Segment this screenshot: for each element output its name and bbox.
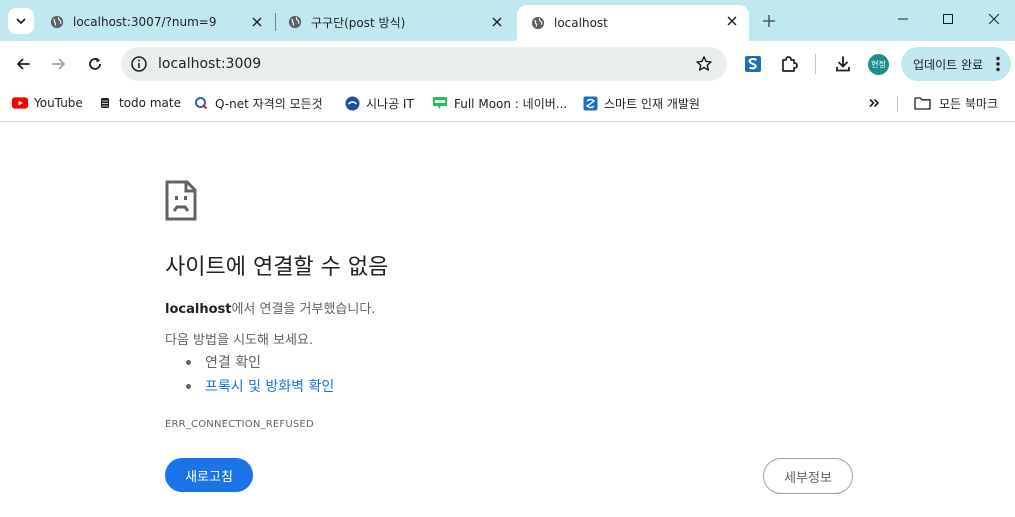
close-window-button[interactable] bbox=[981, 6, 1007, 32]
bookmark-star-icon[interactable] bbox=[695, 55, 713, 73]
bookmarks-divider bbox=[897, 96, 898, 112]
forward-button[interactable] bbox=[47, 52, 71, 76]
globe-icon bbox=[288, 15, 302, 29]
suggestion-label[interactable]: 프록시 및 방화벽 확인 bbox=[205, 376, 334, 396]
tab-title: localhost:3007/?num=9 bbox=[73, 15, 217, 29]
bookmark-sinagong[interactable]: 시나공 IT bbox=[344, 93, 414, 113]
extension-s-button[interactable] bbox=[742, 53, 764, 75]
folder-icon bbox=[913, 95, 931, 111]
close-icon bbox=[727, 16, 737, 26]
plus-icon bbox=[763, 15, 775, 27]
bookmark-label: Q-net 자격의 모든것 bbox=[215, 96, 323, 111]
error-code: ERR_CONNECTION_REFUSED bbox=[165, 419, 314, 430]
todomate-icon bbox=[97, 95, 113, 111]
error-description: localhost에서 연결을 거부했습니다. bbox=[165, 298, 375, 317]
smart-icon bbox=[582, 95, 598, 111]
url-text[interactable]: localhost:3009 bbox=[158, 56, 261, 72]
naver-blog-icon bbox=[432, 95, 448, 111]
close-tab-button[interactable] bbox=[490, 15, 504, 29]
sad-document-icon bbox=[165, 180, 197, 221]
tab-localhost-active[interactable]: localhost bbox=[517, 5, 749, 41]
bookmark-label: YouTube bbox=[34, 96, 83, 110]
qnet-icon bbox=[193, 95, 209, 111]
bookmarks-bar: YouTube todo mate Q-net 자격의 모든것 시나공 IT F… bbox=[0, 87, 1015, 122]
s-extension-icon bbox=[745, 56, 761, 72]
globe-icon bbox=[531, 16, 545, 30]
minimize-button[interactable] bbox=[890, 6, 916, 32]
bookmark-youtube[interactable]: YouTube bbox=[12, 93, 83, 113]
tab-search-button[interactable] bbox=[8, 8, 34, 34]
reload-button[interactable]: 새로고침 bbox=[165, 458, 253, 492]
suggestion-label: 연결 확인 bbox=[205, 355, 261, 371]
back-button[interactable] bbox=[11, 52, 35, 76]
close-tab-button[interactable] bbox=[725, 14, 739, 28]
update-label: 업데이트 완료 bbox=[913, 57, 984, 72]
details-button[interactable]: 세부정보 bbox=[763, 458, 853, 494]
close-tab-button[interactable] bbox=[250, 15, 264, 29]
close-icon bbox=[988, 13, 1000, 25]
close-icon bbox=[492, 17, 502, 27]
bookmark-label: 스마트 인재 개발원 bbox=[604, 96, 700, 111]
error-page: 사이트에 연결할 수 없음 localhost에서 연결을 거부했습니다. 다음… bbox=[0, 123, 1015, 517]
downloads-button[interactable] bbox=[832, 53, 854, 75]
minimize-icon bbox=[898, 18, 908, 20]
close-icon bbox=[252, 17, 262, 27]
arrow-right-icon bbox=[52, 58, 65, 70]
suggestion-proxy-firewall-link[interactable]: 프록시 및 방화벽 확인 bbox=[186, 376, 334, 396]
bookmark-label: 시나공 IT bbox=[366, 96, 414, 111]
bookmark-smart[interactable]: 스마트 인재 개발원 bbox=[582, 93, 700, 113]
new-tab-button[interactable] bbox=[759, 11, 779, 31]
info-icon[interactable] bbox=[130, 55, 148, 73]
more-vert-icon bbox=[996, 56, 1000, 72]
maximize-icon bbox=[943, 14, 953, 24]
tab-gugudan[interactable]: 구구단(post 방식) bbox=[274, 6, 514, 38]
bookmark-todo-mate[interactable]: todo mate bbox=[97, 93, 181, 113]
toolbar: localhost:3009 현정 업데이트 완료 bbox=[0, 41, 1015, 87]
bookmark-label: todo mate bbox=[119, 96, 181, 110]
bookmark-full-moon[interactable]: Full Moon : 네이버... bbox=[432, 93, 567, 113]
maximize-button[interactable] bbox=[935, 6, 961, 32]
reload-icon bbox=[89, 57, 101, 70]
arrow-left-icon bbox=[17, 58, 30, 70]
download-icon bbox=[836, 56, 850, 72]
tab-title: localhost bbox=[554, 16, 608, 30]
try-text: 다음 방법을 시도해 보세요. bbox=[165, 333, 314, 348]
puzzle-icon bbox=[782, 56, 798, 72]
all-bookmarks-button[interactable]: 모든 북마크 bbox=[913, 93, 998, 113]
error-host: localhost bbox=[165, 302, 232, 317]
all-bookmarks-label: 모든 북마크 bbox=[939, 96, 999, 111]
extensions-button[interactable] bbox=[778, 53, 800, 75]
profile-avatar[interactable]: 현정 bbox=[868, 54, 889, 75]
bullet bbox=[186, 383, 191, 389]
suggestion-check-connection: 연결 확인 bbox=[186, 352, 261, 372]
chevron-down-icon bbox=[16, 18, 26, 24]
reload-page-button[interactable] bbox=[83, 52, 107, 76]
youtube-icon bbox=[12, 95, 28, 111]
error-title: 사이트에 연결할 수 없음 bbox=[165, 255, 389, 280]
bookmark-label: Full Moon : 네이버... bbox=[454, 96, 568, 111]
bookmark-qnet[interactable]: Q-net 자격의 모든것 bbox=[193, 93, 323, 113]
more-bookmarks-button[interactable] bbox=[864, 93, 884, 113]
address-bar[interactable]: localhost:3009 bbox=[121, 47, 727, 81]
tab-localhost-3007[interactable]: localhost:3007/?num=9 bbox=[36, 6, 274, 38]
browser-window: localhost:3007/?num=9 구구단(post 방식) local… bbox=[0, 0, 1015, 517]
sinagong-icon bbox=[344, 95, 360, 111]
error-description-text: 에서 연결을 거부했습니다. bbox=[231, 302, 376, 317]
tab-title: 구구단(post 방식) bbox=[311, 15, 406, 30]
tab-strip: localhost:3007/?num=9 구구단(post 방식) local… bbox=[0, 0, 1015, 41]
toolbar-divider bbox=[815, 54, 816, 74]
double-chevron-right-icon bbox=[869, 98, 880, 108]
bullet bbox=[186, 359, 191, 365]
update-button[interactable]: 업데이트 완료 bbox=[901, 47, 1011, 81]
globe-icon bbox=[50, 15, 64, 29]
